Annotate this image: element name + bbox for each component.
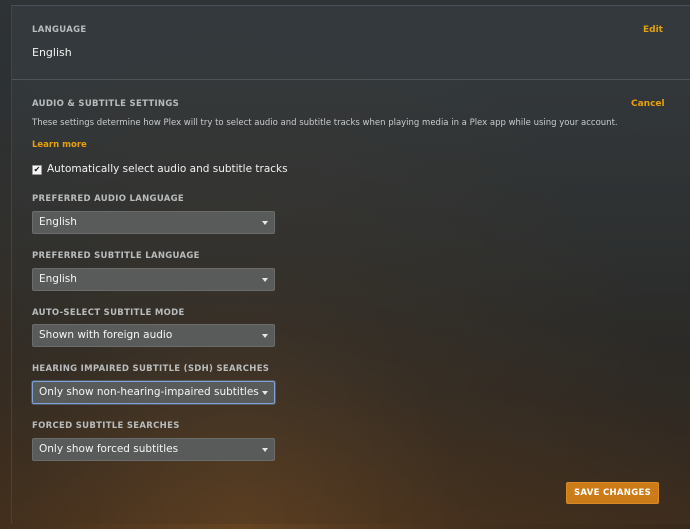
audio-section-description: These settings determine how Plex will t…	[32, 118, 618, 128]
language-card	[11, 5, 690, 79]
language-value: English	[32, 46, 72, 59]
save-changes-button[interactable]: SAVE CHANGES	[566, 482, 659, 504]
preferred-subtitle-language-label: PREFERRED SUBTITLE LANGUAGE	[32, 251, 200, 261]
select-value: Shown with foreign audio	[39, 329, 173, 341]
preferred-audio-language-select[interactable]: English	[32, 211, 275, 234]
select-value: English	[39, 216, 77, 228]
preferred-subtitle-language-select[interactable]: English	[32, 268, 275, 291]
language-edit-link[interactable]: Edit	[643, 25, 663, 35]
sdh-searches-select[interactable]: Only show non-hearing-impaired subtitles	[32, 381, 275, 404]
auto-select-subtitle-mode-select[interactable]: Shown with foreign audio	[32, 324, 275, 347]
auto-select-checkbox[interactable]: ✔	[32, 165, 42, 175]
preferred-audio-language-label: PREFERRED AUDIO LANGUAGE	[32, 194, 185, 204]
auto-select-subtitle-mode-label: AUTO-SELECT SUBTITLE MODE	[32, 308, 185, 318]
language-section-title: LANGUAGE	[32, 25, 87, 35]
caret-down-icon	[262, 278, 268, 282]
learn-more-link[interactable]: Learn more	[32, 140, 87, 150]
auto-select-label[interactable]: Automatically select audio and subtitle …	[47, 163, 288, 175]
select-value: English	[39, 273, 77, 285]
caret-down-icon	[262, 221, 268, 225]
select-value: Only show non-hearing-impaired subtitles	[39, 386, 259, 398]
forced-subtitle-searches-label: FORCED SUBTITLE SEARCHES	[32, 421, 180, 431]
select-value: Only show forced subtitles	[39, 443, 179, 455]
sdh-searches-label: HEARING IMPAIRED SUBTITLE (SDH) SEARCHES	[32, 364, 270, 374]
caret-down-icon	[262, 334, 268, 338]
caret-down-icon	[262, 391, 268, 395]
forced-subtitle-searches-select[interactable]: Only show forced subtitles	[32, 438, 275, 461]
caret-down-icon	[262, 448, 268, 452]
cancel-link[interactable]: Cancel	[631, 99, 665, 109]
audio-section-title: AUDIO & SUBTITLE SETTINGS	[32, 99, 180, 109]
